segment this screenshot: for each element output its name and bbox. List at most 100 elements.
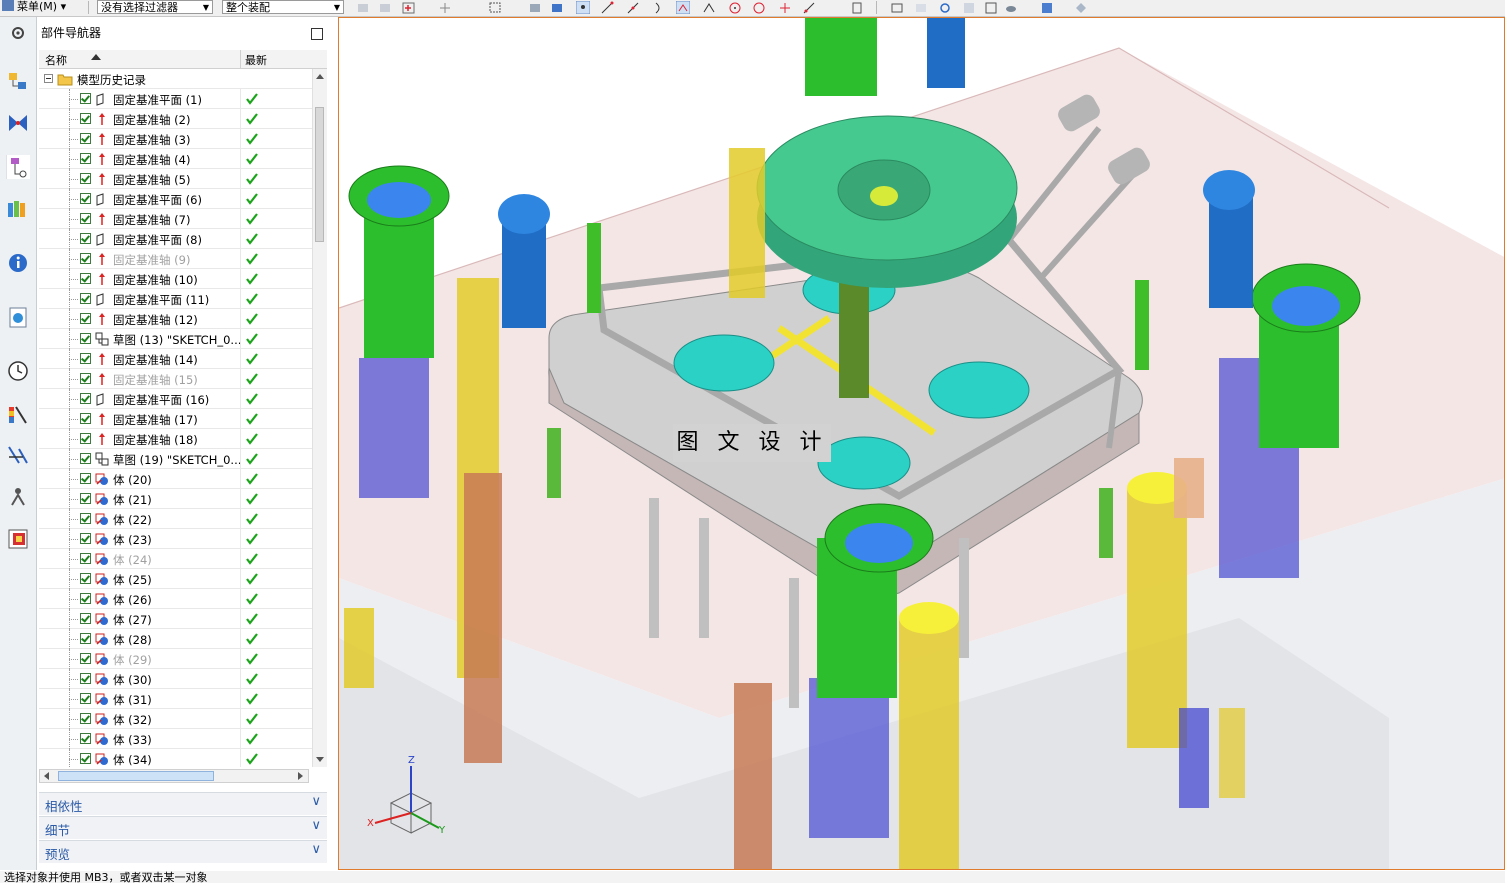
tree-node[interactable]: 固定基准平面 (6) bbox=[39, 189, 313, 209]
visibility-checkbox[interactable] bbox=[80, 373, 91, 384]
tree-node[interactable]: 体 (23) bbox=[39, 529, 313, 549]
visibility-checkbox[interactable] bbox=[80, 313, 91, 324]
tree-node[interactable]: 体 (31) bbox=[39, 689, 313, 709]
tree-node[interactable]: 固定基准轴 (10) bbox=[39, 269, 313, 289]
visibility-checkbox[interactable] bbox=[80, 613, 91, 624]
scroll-right-icon[interactable] bbox=[298, 772, 304, 780]
maximize-icon[interactable] bbox=[311, 28, 323, 40]
visibility-checkbox[interactable] bbox=[80, 393, 91, 404]
tree-node[interactable]: 体 (29) bbox=[39, 649, 313, 669]
scroll-down-icon[interactable] bbox=[316, 757, 324, 763]
visibility-checkbox[interactable] bbox=[80, 593, 91, 604]
tree-node[interactable]: 固定基准轴 (7) bbox=[39, 209, 313, 229]
panel-details[interactable]: 细节 ∨ bbox=[39, 816, 327, 839]
visibility-checkbox[interactable] bbox=[80, 473, 91, 484]
sort-ascending-icon[interactable] bbox=[91, 54, 101, 60]
tree-node[interactable]: 固定基准平面 (8) bbox=[39, 229, 313, 249]
visibility-checkbox[interactable] bbox=[80, 353, 91, 364]
chevron-down-icon[interactable]: ∨ bbox=[311, 842, 321, 857]
solid-body-icon[interactable] bbox=[550, 1, 564, 14]
history-icon[interactable] bbox=[6, 359, 30, 383]
visibility-checkbox[interactable] bbox=[80, 633, 91, 644]
horizontal-scrollbar[interactable] bbox=[39, 769, 309, 783]
visibility-checkbox[interactable] bbox=[80, 293, 91, 304]
arc-point-icon[interactable] bbox=[652, 1, 666, 14]
visibility-checkbox[interactable] bbox=[80, 433, 91, 444]
column-latest-header[interactable]: 最新 bbox=[245, 52, 267, 68]
rectangle-select-icon[interactable] bbox=[488, 1, 502, 14]
assembly-scope-dropdown[interactable]: 整个装配 ▼ bbox=[222, 0, 344, 14]
selection-filter-dropdown[interactable]: 没有选择过滤器 ▼ bbox=[97, 0, 213, 14]
horizontal-scroll-thumb[interactable] bbox=[58, 771, 214, 781]
tree-node[interactable]: 固定基准平面 (1) bbox=[39, 89, 313, 109]
column-divider[interactable] bbox=[240, 50, 241, 68]
tree-node[interactable]: 固定基准轴 (5) bbox=[39, 169, 313, 189]
roles-icon[interactable] bbox=[6, 485, 30, 509]
visibility-checkbox[interactable] bbox=[80, 753, 91, 764]
info-icon[interactable] bbox=[6, 251, 30, 275]
fit-view-icon[interactable] bbox=[890, 1, 904, 14]
rotate-icon[interactable] bbox=[938, 1, 952, 14]
visibility-checkbox[interactable] bbox=[80, 413, 91, 424]
settings-icon[interactable] bbox=[6, 23, 30, 47]
tree-node[interactable]: 体 (28) bbox=[39, 629, 313, 649]
scroll-left-icon[interactable] bbox=[43, 772, 49, 780]
visibility-checkbox[interactable] bbox=[80, 173, 91, 184]
select-faces-icon[interactable] bbox=[378, 1, 392, 14]
vertical-scroll-thumb[interactable] bbox=[315, 107, 324, 242]
visibility-checkbox[interactable] bbox=[80, 573, 91, 584]
tree-node[interactable]: 体 (27) bbox=[39, 609, 313, 629]
tree-node[interactable]: 固定基准轴 (15) bbox=[39, 369, 313, 389]
chevron-down-icon[interactable]: ∨ bbox=[311, 818, 321, 833]
visibility-checkbox[interactable] bbox=[80, 333, 91, 344]
endpoint-icon[interactable] bbox=[600, 1, 614, 14]
tree-node[interactable]: 体 (22) bbox=[39, 509, 313, 529]
visibility-checkbox[interactable] bbox=[80, 253, 91, 264]
layer-icon[interactable] bbox=[850, 1, 864, 14]
circle-center-icon[interactable] bbox=[728, 1, 742, 14]
add-icon[interactable] bbox=[402, 1, 416, 14]
assembly-navigator-icon[interactable] bbox=[6, 69, 30, 93]
visibility-checkbox[interactable] bbox=[80, 113, 91, 124]
visibility-checkbox[interactable] bbox=[80, 533, 91, 544]
collapse-icon[interactable] bbox=[44, 74, 53, 83]
visibility-checkbox[interactable] bbox=[80, 233, 91, 244]
tree-node[interactable]: 体 (25) bbox=[39, 569, 313, 589]
visibility-checkbox[interactable] bbox=[80, 213, 91, 224]
tree-node[interactable]: 固定基准轴 (3) bbox=[39, 129, 313, 149]
panel-dependencies[interactable]: 相依性 ∨ bbox=[39, 792, 327, 815]
menu-button[interactable]: 菜单(M) ▾ bbox=[2, 0, 66, 14]
tree-node[interactable]: 固定基准轴 (2) bbox=[39, 109, 313, 129]
point-on-curve-icon[interactable] bbox=[802, 1, 816, 14]
tree-node[interactable]: 固定基准平面 (11) bbox=[39, 289, 313, 309]
constraint-navigator-icon[interactable] bbox=[6, 111, 30, 135]
visibility-checkbox[interactable] bbox=[80, 553, 91, 564]
visibility-checkbox[interactable] bbox=[80, 713, 91, 724]
scroll-up-icon[interactable] bbox=[316, 73, 324, 79]
midpoint-icon[interactable] bbox=[626, 1, 640, 14]
vertical-scrollbar[interactable] bbox=[312, 69, 327, 767]
part-navigator-icon[interactable] bbox=[6, 155, 30, 179]
part-icon[interactable] bbox=[528, 1, 542, 14]
tree-node[interactable]: 固定基准轴 (9) bbox=[39, 249, 313, 269]
intersection-icon[interactable] bbox=[702, 1, 716, 14]
edit-section-icon[interactable] bbox=[1074, 1, 1088, 14]
tree-node[interactable]: 体 (30) bbox=[39, 669, 313, 689]
visibility-checkbox[interactable] bbox=[80, 153, 91, 164]
panel-preview[interactable]: 预览 ∨ bbox=[39, 840, 327, 863]
system-scene-icon[interactable] bbox=[6, 527, 30, 551]
zoom-icon[interactable] bbox=[914, 1, 928, 14]
visibility-checkbox[interactable] bbox=[80, 653, 91, 664]
tree-node[interactable]: 体 (24) bbox=[39, 549, 313, 569]
column-name-header[interactable]: 名称 bbox=[45, 52, 67, 68]
tree-node-model-history[interactable]: 模型历史记录 bbox=[39, 69, 313, 89]
visibility-checkbox[interactable] bbox=[80, 493, 91, 504]
tree-node[interactable]: 固定基准轴 (17) bbox=[39, 409, 313, 429]
visibility-checkbox[interactable] bbox=[80, 513, 91, 524]
snap-grid-icon[interactable] bbox=[576, 1, 590, 14]
select-features-icon[interactable] bbox=[356, 1, 370, 14]
tree-node[interactable]: 固定基准平面 (16) bbox=[39, 389, 313, 409]
tree-node[interactable]: 体 (32) bbox=[39, 709, 313, 729]
tree-node[interactable]: 固定基准轴 (18) bbox=[39, 429, 313, 449]
visibility-checkbox[interactable] bbox=[80, 133, 91, 144]
